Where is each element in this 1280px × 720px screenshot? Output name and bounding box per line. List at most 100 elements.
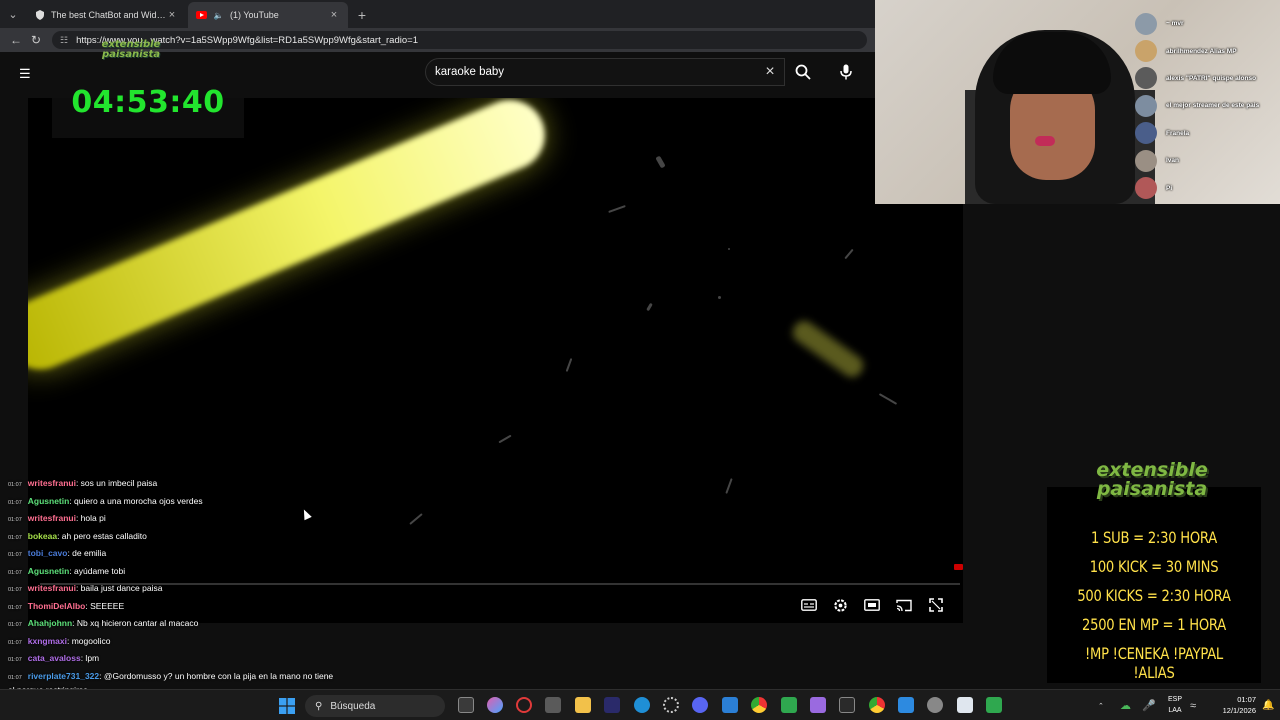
window-app-icon[interactable] bbox=[957, 697, 973, 713]
settings-button[interactable] bbox=[829, 596, 851, 614]
search-button[interactable] bbox=[786, 58, 820, 86]
viewer-name: Ivan bbox=[1166, 157, 1180, 165]
subathon-rates-panel: extensible paisanista 1 SUB = 2:30 HORA … bbox=[1047, 461, 1261, 683]
clock-date: 12/1/2026 bbox=[1222, 706, 1256, 715]
chat-username[interactable]: Ahahjohnn bbox=[28, 618, 72, 628]
chrome-icon[interactable] bbox=[751, 697, 767, 713]
language-indicator[interactable]: ESP LAA bbox=[1163, 694, 1187, 716]
app-icon-blue[interactable] bbox=[898, 697, 914, 713]
chat-username[interactable]: riverplate731_322 bbox=[28, 671, 99, 681]
url-field[interactable]: ☷ https://www.you...watch?v=1a5SWpp9Wfg&… bbox=[52, 31, 867, 49]
theater-mode-button[interactable] bbox=[861, 596, 883, 614]
mic-tray-icon[interactable]: 🎤 bbox=[1142, 690, 1156, 720]
back-arrow-icon[interactable]: ← bbox=[6, 30, 26, 50]
video-particle bbox=[655, 155, 666, 169]
wifi-icon[interactable]: ≈ bbox=[1190, 690, 1196, 720]
avatar bbox=[1135, 122, 1157, 145]
new-tab-plus-icon[interactable]: + bbox=[350, 2, 374, 28]
viewer-item: Pi bbox=[1135, 174, 1275, 201]
chat-username[interactable]: writesfranui bbox=[28, 583, 76, 593]
chat-message: 01:07 cata_avaloss: lpm bbox=[8, 651, 338, 669]
chat-username[interactable]: cata_avaloss bbox=[28, 653, 81, 663]
settings-gear-icon[interactable] bbox=[927, 697, 943, 713]
close-tab-icon[interactable]: × bbox=[166, 9, 178, 21]
viewer-item: abrilhmendez Alias MP bbox=[1135, 37, 1275, 64]
windows-taskbar: ⚲ Búsqueda ⌃ ☁ 🎤 ESP LAA ≈ 01:07 12/1/20… bbox=[0, 689, 1280, 720]
chat-timestamp: 01:07 bbox=[8, 482, 22, 488]
copilot-icon[interactable] bbox=[487, 697, 503, 713]
chat-message: 01:07 writesfranui: hola pi bbox=[8, 511, 338, 529]
chat-username[interactable]: writesfranui bbox=[28, 513, 76, 523]
chat-text: : baila just dance paisa bbox=[75, 583, 163, 593]
calculator-icon[interactable] bbox=[986, 697, 1002, 713]
rate-line: 2500 EN MP = 1 HORA bbox=[1081, 615, 1226, 634]
tab-search-chevron-icon[interactable]: ⌄ bbox=[0, 0, 26, 28]
clock-time: 01:07 bbox=[1237, 695, 1256, 704]
fullscreen-icon bbox=[929, 598, 943, 612]
terminal-icon[interactable] bbox=[839, 697, 855, 713]
cast-button[interactable] bbox=[893, 596, 915, 614]
edge-icon[interactable] bbox=[634, 697, 650, 713]
system-clock[interactable]: 01:07 12/1/2026 bbox=[1206, 694, 1256, 716]
viewer-list: ~ mvr abrilhmendez Alias MP alexis "PATR… bbox=[1135, 10, 1275, 202]
viewer-name: alexis "PATRI" quispe alonso bbox=[1166, 74, 1257, 82]
taskbar-search-box[interactable]: ⚲ Búsqueda bbox=[305, 695, 445, 717]
chat-timestamp: 01:07 bbox=[8, 657, 22, 663]
avatar bbox=[1135, 67, 1157, 90]
tray-chevron-up-icon[interactable]: ⌃ bbox=[1098, 690, 1104, 720]
chat-message: 01:07 Agusnetin: quiero a una morocha ojo… bbox=[8, 494, 338, 512]
app-icon-purple[interactable] bbox=[810, 697, 826, 713]
chat-username[interactable]: Agusnetin bbox=[28, 566, 70, 576]
cast-icon bbox=[896, 599, 912, 611]
discord-icon[interactable] bbox=[692, 697, 708, 713]
windows-start-icon[interactable] bbox=[279, 698, 295, 714]
fullscreen-button[interactable] bbox=[925, 596, 947, 614]
app-icon[interactable] bbox=[722, 697, 738, 713]
opera-icon[interactable] bbox=[516, 697, 532, 713]
subtitles-button[interactable] bbox=[798, 596, 820, 614]
video-particle bbox=[728, 248, 730, 250]
rate-line: 1 SUB = 2:30 HORA bbox=[1091, 528, 1217, 547]
timer-value: 04:53:40 bbox=[71, 84, 225, 120]
chat-username[interactable]: ThomiDelAlbo bbox=[28, 601, 86, 611]
chat-username[interactable]: tobi_cavo bbox=[28, 548, 68, 558]
loading-app-icon[interactable] bbox=[663, 697, 679, 713]
video-particle bbox=[409, 513, 423, 525]
chat-message: 01:07 writesfranui: sos un imbecil paisa bbox=[8, 476, 338, 494]
chat-text: : quiero a una morocha ojos verdes bbox=[69, 495, 203, 506]
store-icon[interactable] bbox=[545, 697, 561, 713]
notes-app-icon[interactable] bbox=[781, 697, 797, 713]
search-query: karaoke baby bbox=[435, 66, 505, 78]
close-tab-icon[interactable]: × bbox=[328, 9, 340, 21]
rate-line: !MP !CENEKA !PAYPAL !ALIAS bbox=[1085, 644, 1223, 682]
chat-timestamp: 01:07 bbox=[8, 587, 22, 593]
chat-username[interactable]: Agusnetin bbox=[28, 496, 70, 506]
clear-search-icon[interactable]: × bbox=[756, 63, 784, 81]
notification-bell-icon[interactable]: 🔔 bbox=[1262, 690, 1274, 720]
tab-label: (1) YouTube bbox=[230, 10, 279, 20]
chrome-icon-2[interactable] bbox=[869, 697, 885, 713]
viewer-item: Ivan bbox=[1135, 147, 1275, 174]
chat-timestamp: 01:07 bbox=[8, 552, 22, 558]
tab-youtube[interactable]: 🔈 (1) YouTube × bbox=[188, 2, 348, 28]
pen-app-icon[interactable] bbox=[604, 697, 620, 713]
menu-hamburger-icon[interactable]: ☰ bbox=[19, 66, 31, 82]
shield-favicon-icon bbox=[34, 10, 45, 21]
streamer-hair bbox=[993, 32, 1111, 94]
speaker-icon[interactable]: 🔈 bbox=[213, 10, 224, 21]
voice-search-button[interactable] bbox=[832, 58, 860, 86]
chat-message: 01:07 tobi_cavo: de emilia bbox=[8, 546, 338, 564]
file-explorer-icon[interactable] bbox=[575, 697, 591, 713]
tab-chatbot[interactable]: The best ChatBot and Widgets for × bbox=[26, 2, 186, 28]
site-info-icon[interactable]: ☷ bbox=[60, 35, 68, 46]
search-input[interactable]: karaoke baby × bbox=[425, 58, 785, 86]
youtube-favicon-icon bbox=[196, 10, 207, 21]
reload-icon[interactable]: ↻ bbox=[26, 30, 46, 50]
chat-username[interactable]: kxngmaxi bbox=[28, 636, 67, 646]
task-view-icon[interactable] bbox=[458, 697, 474, 713]
network-icon[interactable]: ☁ bbox=[1120, 690, 1131, 720]
language-code: ESP bbox=[1167, 696, 1182, 703]
video-particle bbox=[725, 478, 733, 494]
chat-username[interactable]: writesfranui bbox=[28, 478, 76, 488]
chat-username[interactable]: bokeaa bbox=[28, 531, 57, 541]
